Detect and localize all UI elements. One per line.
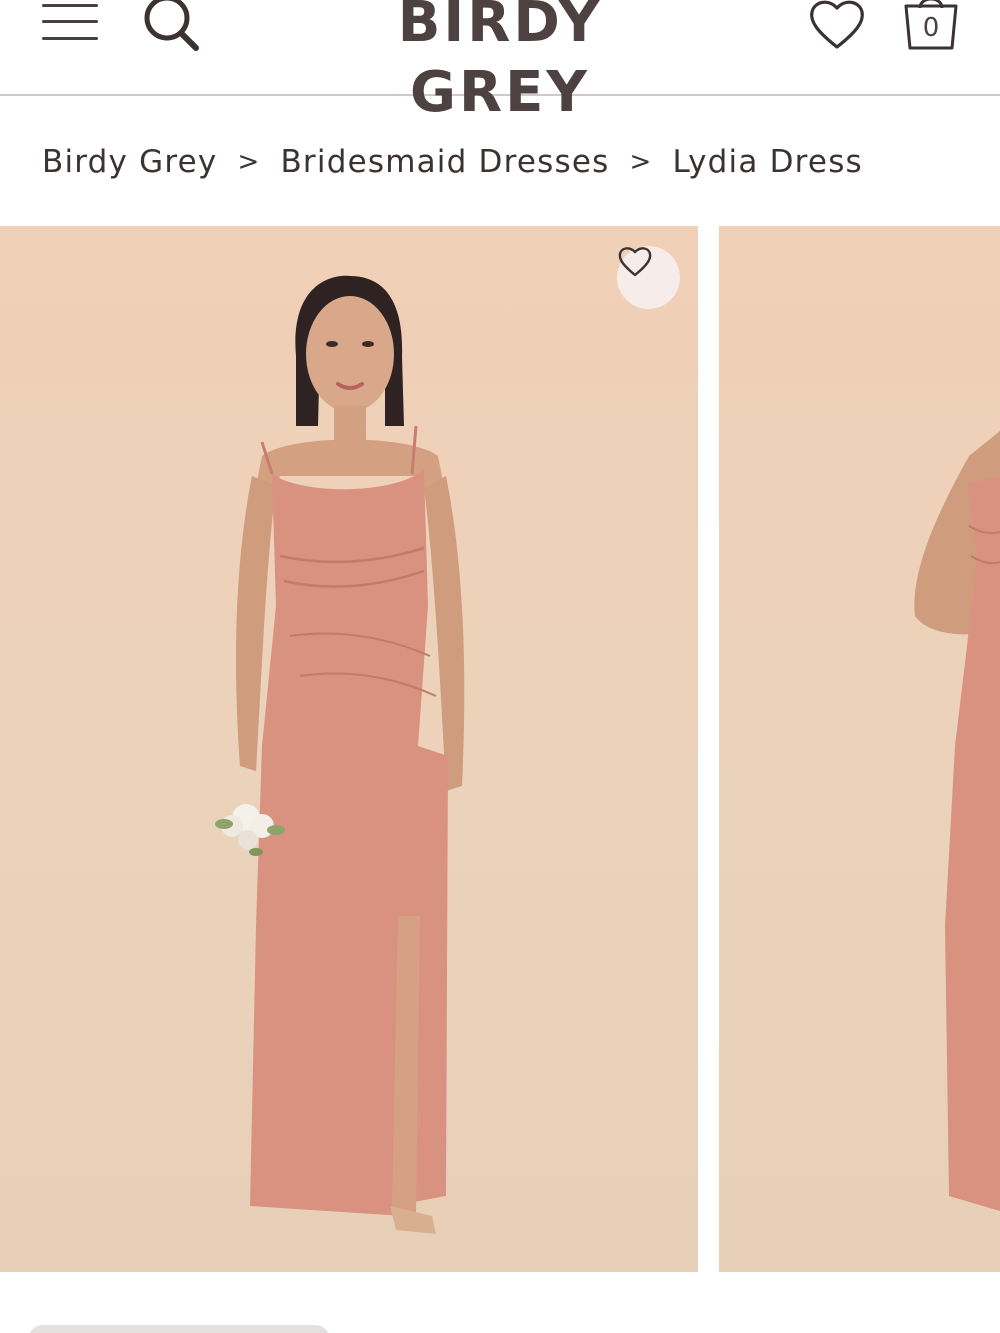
heart-outline-icon — [618, 247, 652, 277]
breadcrumb-link-category[interactable]: Bridesmaid Dresses — [280, 144, 609, 180]
shopping-bag-icon[interactable]: 0 — [900, 0, 962, 54]
search-icon[interactable] — [140, 0, 202, 54]
model-illustration — [914, 431, 1000, 1211]
cart-count-badge: 0 — [922, 13, 940, 43]
product-image-gallery[interactable] — [0, 226, 1000, 1272]
wishlist-heart-icon[interactable] — [806, 0, 868, 52]
breadcrumb-current: Lydia Dress — [672, 144, 863, 180]
model-illustration — [215, 275, 465, 1234]
hamburger-menu-icon[interactable] — [42, 0, 98, 44]
product-image-main[interactable] — [0, 226, 698, 1272]
site-header: BIRDY GREY 0 — [0, 0, 1000, 125]
breadcrumb: Birdy Grey > Bridesmaid Dresses > Lydia … — [42, 140, 863, 184]
brand-logo[interactable]: BIRDY GREY — [300, 0, 700, 128]
product-image-secondary[interactable] — [719, 226, 1000, 1272]
breadcrumb-separator: > — [629, 147, 653, 177]
favorite-button[interactable] — [617, 246, 680, 309]
breadcrumb-separator: > — [237, 147, 261, 177]
breadcrumb-link-home[interactable]: Birdy Grey — [42, 144, 217, 180]
bottom-tab-pill[interactable] — [28, 1325, 330, 1333]
